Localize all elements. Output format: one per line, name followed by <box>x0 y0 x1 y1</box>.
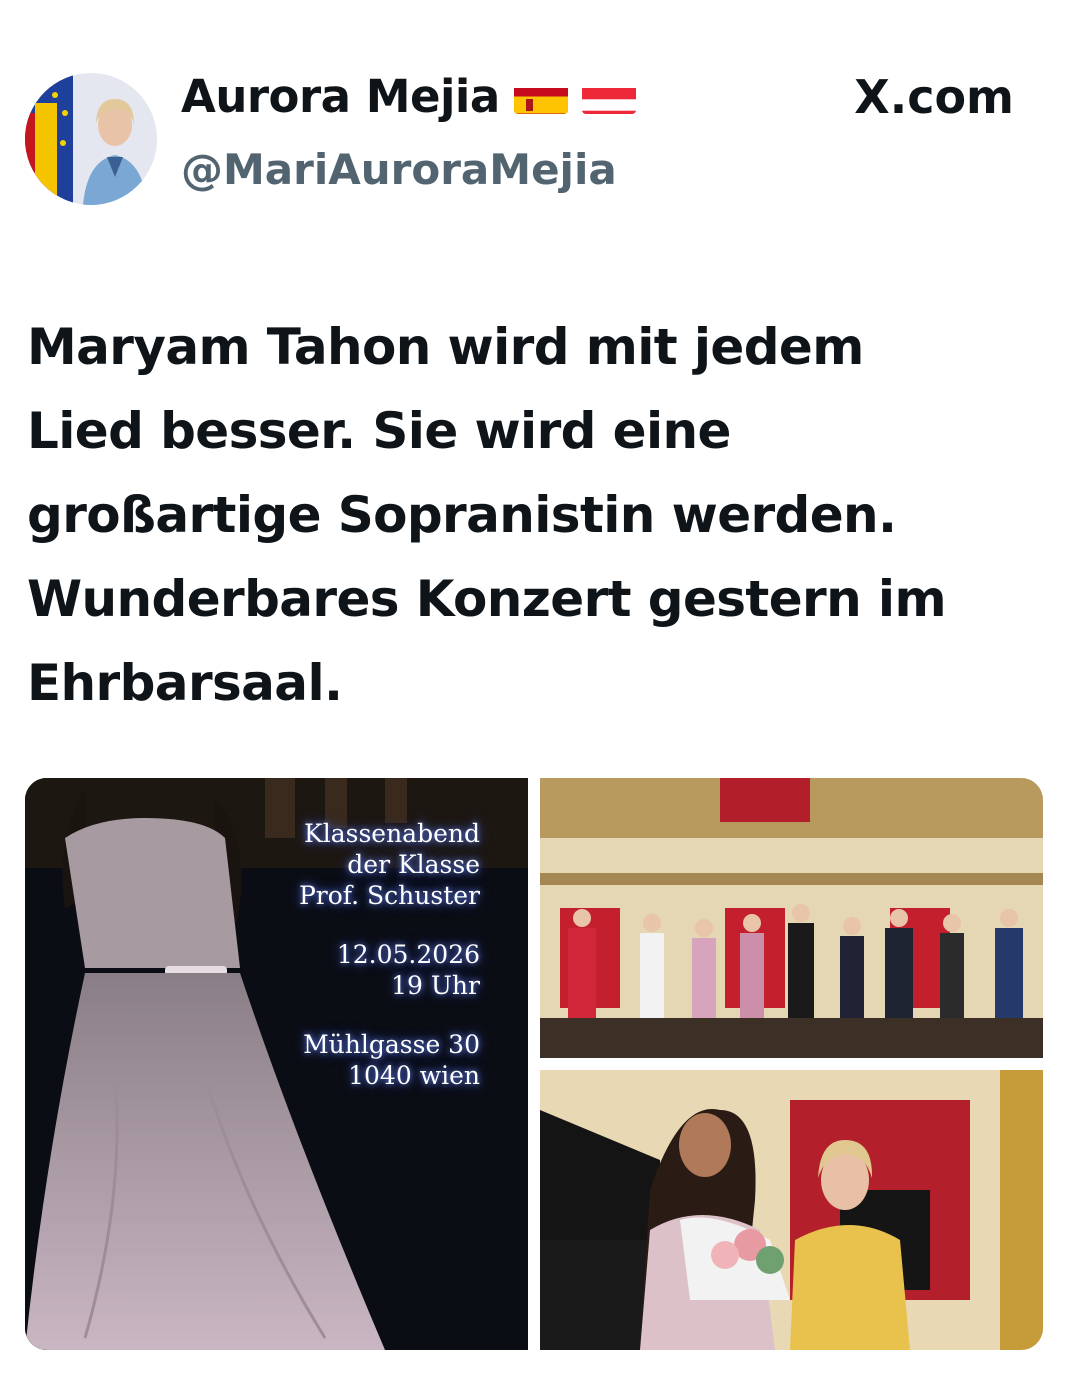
display-name[interactable]: Aurora Mejia <box>181 70 636 123</box>
tweet-line: Wunderbares Konzert gestern im <box>27 570 947 628</box>
user-handle[interactable]: @MariAuroraMejia <box>181 145 617 194</box>
concert-stage-photo[interactable] <box>540 778 1043 1058</box>
poster-title-line: Klassenabend <box>304 819 480 848</box>
tweet-line: Lied besser. Sie wird eine <box>27 402 731 460</box>
tweet-line: großartige Sopranistin werden. <box>27 486 897 544</box>
poster-date: 12.05.2026 <box>336 940 480 969</box>
poster-city: 1040 wien <box>348 1061 480 1090</box>
flag-spain-icon <box>513 80 568 114</box>
avatar[interactable] <box>25 73 157 205</box>
flag-austria-icon <box>581 80 636 114</box>
media-grid: Klassenabend der Klasse Prof. Schuster 1… <box>25 778 1043 1350</box>
tweet-line: Ehrbarsaal. <box>27 654 343 712</box>
site-label: X.com <box>854 70 1014 124</box>
tweet-text: Maryam Tahon wird mit jedem Lied besser.… <box>27 305 1037 725</box>
display-name-text[interactable]: Aurora Mejia <box>181 70 500 123</box>
poster-street: Mühlgasse 30 <box>303 1030 480 1059</box>
tweet-line: Maryam Tahon wird mit jedem <box>27 318 864 376</box>
poster-title-line: der Klasse <box>347 850 480 879</box>
poster-time: 19 Uhr <box>391 971 480 1000</box>
singer-portrait-photo[interactable] <box>540 1070 1043 1350</box>
poster-title-line: Prof. Schuster <box>298 881 480 910</box>
concert-poster-image[interactable]: Klassenabend der Klasse Prof. Schuster 1… <box>25 778 528 1350</box>
poster-text: Klassenabend der Klasse Prof. Schuster 1… <box>299 818 480 1119</box>
